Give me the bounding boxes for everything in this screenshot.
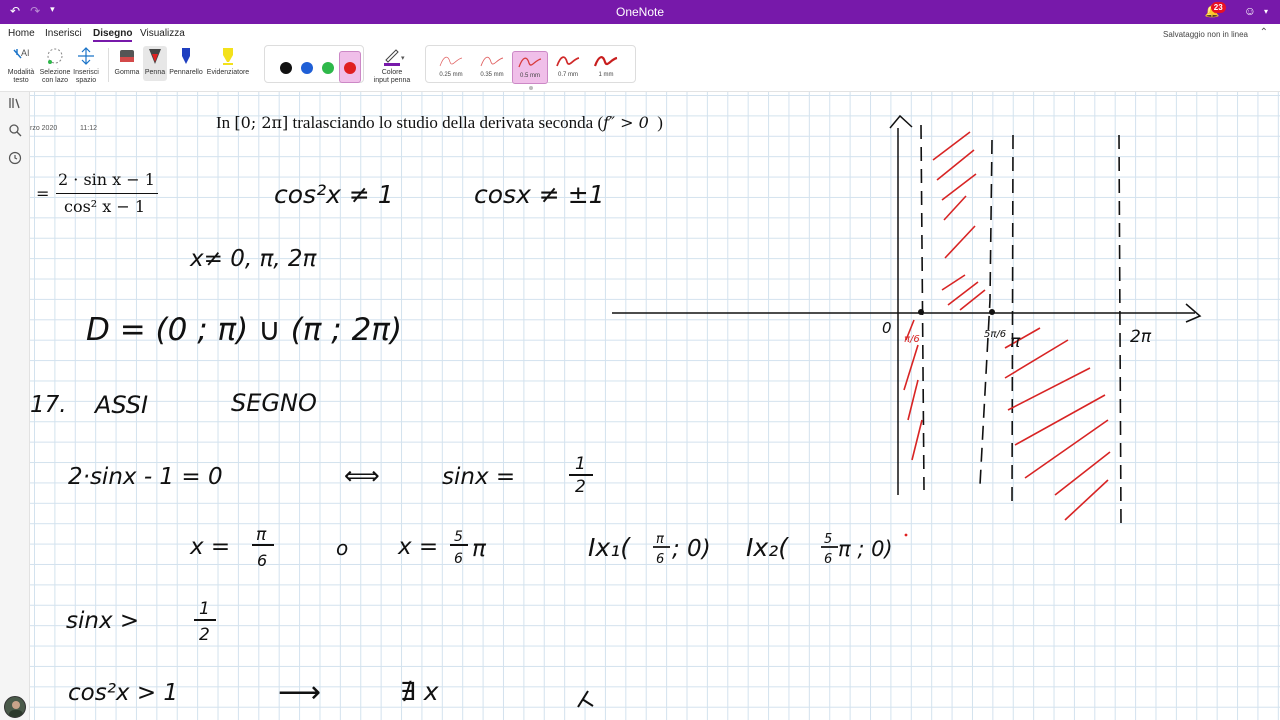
ink-section-number[interactable]: 17. <box>30 392 67 418</box>
ink-int2-den[interactable]: 6 <box>824 552 832 567</box>
ink-sol-5pi[interactable]: π <box>472 536 487 562</box>
ink-partial-stroke <box>577 690 594 708</box>
graph-label-0: 0 <box>882 319 892 337</box>
ink-sol-5[interactable]: 5 <box>454 529 463 545</box>
ink-heading-assi[interactable]: ASSI <box>93 391 148 419</box>
ink-int2-end[interactable]: π ; 0) <box>838 537 893 561</box>
graph-point-5pi6 <box>989 309 995 315</box>
ink-heading-segno[interactable]: SEGNO <box>231 389 317 417</box>
ink-equation-rhs[interactable]: sinx = <box>442 464 515 490</box>
ink-solution-x1[interactable]: x = <box>189 534 230 560</box>
ink-inequality-cos[interactable]: cos²x > 1 <box>68 680 178 706</box>
ink-inequality-sin[interactable]: sinx > <box>66 608 139 634</box>
ink-equation-lhs[interactable]: 2·sinx - 1 = 0 <box>68 464 223 490</box>
onenote-window: ↶ ↷ ▾ OneNote 🔔23 ☺ ▾ Home Inserisci Dis… <box>0 0 1280 720</box>
ink-frac-half-den[interactable]: 2 <box>575 477 586 497</box>
ink-int1-end[interactable]: ; 0) <box>672 536 711 562</box>
ink-frac-half-num[interactable]: 1 <box>575 454 586 474</box>
ink-red-dot <box>904 533 908 537</box>
ink-sol-pi[interactable]: π <box>256 525 267 545</box>
graph-label-pi: π <box>1010 332 1021 352</box>
ink-intersection-2[interactable]: Ix₂( <box>746 533 789 562</box>
ink-sol-6[interactable]: 6 <box>257 551 267 570</box>
asymptotes-dashed <box>920 124 1122 526</box>
ink-int2-num[interactable]: 5 <box>824 532 832 547</box>
hatched-regions <box>903 131 1111 521</box>
graph-label-pi6: π/6 <box>904 334 920 345</box>
graph-label-2pi: 2π <box>1130 327 1152 347</box>
ink-intersection-1[interactable]: Ix₁( <box>588 533 631 562</box>
ink-implies-arrow[interactable]: ⟶ <box>278 675 321 710</box>
ink-equivalence-arrow[interactable]: ⟺ <box>344 461 380 490</box>
ink-int1-num[interactable]: π <box>656 532 664 547</box>
sign-graph[interactable]: 0 π/6 5π/6 π 2π <box>612 114 1202 526</box>
ink-solution-x2[interactable]: x = <box>397 534 438 560</box>
ink-layer: cos²x ≠ 1 cosx ≠ ±1 x≠ 0, π, 2π D = (0 ;… <box>30 114 1202 710</box>
graph-point-pi6 <box>918 309 924 315</box>
graph-label-5pi6: 5π/6 <box>984 329 1006 340</box>
y-axis-arrow-icon <box>889 114 913 129</box>
ink-condition-cos[interactable]: cosx ≠ ±1 <box>474 180 605 209</box>
ink-int1-den[interactable]: 6 <box>656 552 664 567</box>
ink-domain[interactable]: D = (0 ; π) ∪ (π ; 2π) <box>86 312 402 348</box>
ink-or[interactable]: o <box>336 536 348 560</box>
ink-no-solution[interactable]: ∄ x <box>400 677 439 706</box>
ink-condition-cos2[interactable]: cos²x ≠ 1 <box>274 180 394 209</box>
ink-ineq-half-den[interactable]: 2 <box>199 625 210 645</box>
ink-ineq-half-num[interactable]: 1 <box>199 599 210 619</box>
ink-sol-6b[interactable]: 6 <box>454 551 463 567</box>
ink-excluded-points[interactable]: x≠ 0, π, 2π <box>189 246 318 272</box>
